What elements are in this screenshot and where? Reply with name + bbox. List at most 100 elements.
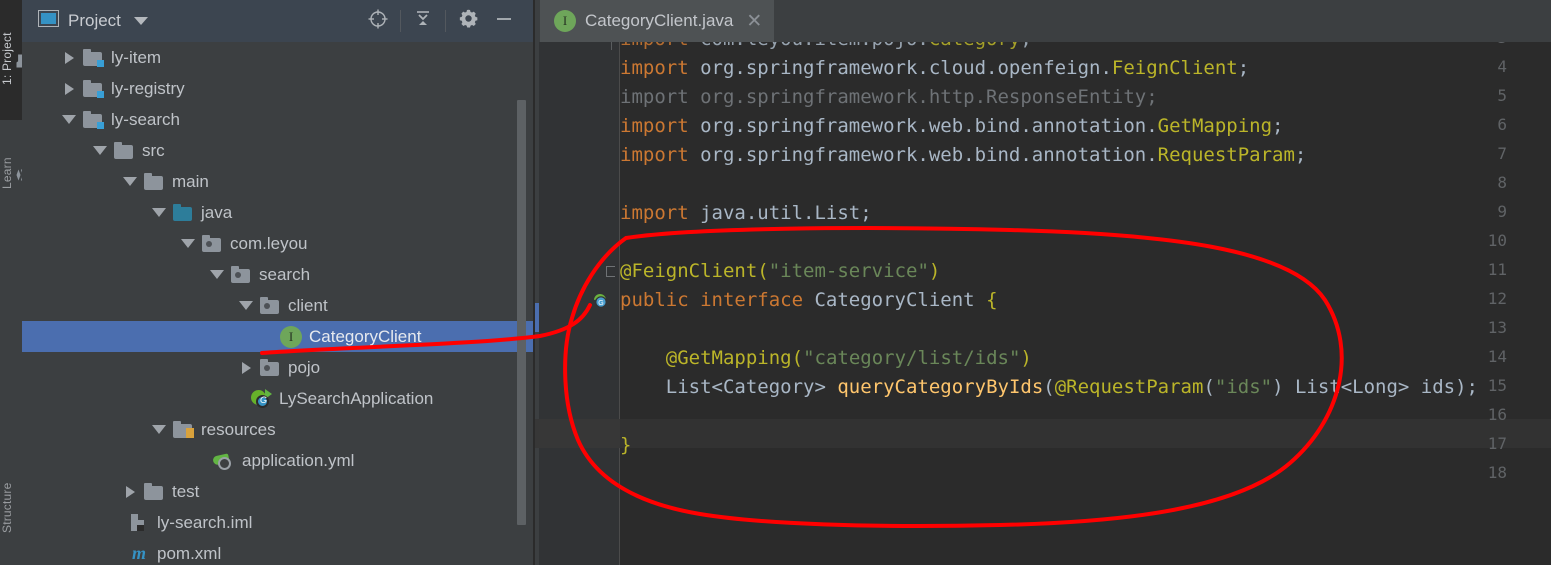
svg-text:G: G: [598, 300, 603, 307]
target-icon: [367, 8, 389, 35]
tree-node-ly-registry[interactable]: ly-registry: [22, 73, 534, 104]
spring-bean-icon[interactable]: G: [590, 290, 610, 315]
line-number: 3: [1467, 42, 1507, 47]
tree-node-pojo[interactable]: pojo: [22, 352, 534, 383]
tree-node-application-yml[interactable]: application.yml: [22, 445, 534, 476]
tree-node-main[interactable]: main: [22, 166, 534, 197]
collapse-arrow-down-icon[interactable]: [146, 425, 172, 434]
code-line-7: import org.springframework.web.bind.anno…: [620, 144, 1307, 166]
spring-yaml-icon: [212, 451, 235, 471]
changed-line-marker[interactable]: [535, 303, 539, 332]
settings-button[interactable]: [450, 4, 486, 38]
tree-node-client[interactable]: client: [22, 290, 534, 321]
fold-marker-imports[interactable]: [606, 266, 615, 277]
code-line-3: import com.leyou.item.pojo.Category;: [620, 42, 1032, 50]
tree-node-pom-xml[interactable]: m pom.xml: [22, 538, 534, 565]
line-number: 7: [1497, 144, 1507, 163]
expand-arrow-right-icon[interactable]: [56, 51, 82, 64]
tree-node-label: client: [288, 296, 328, 315]
tree-node-ly-search[interactable]: ly-search: [22, 104, 534, 135]
locate-in-tree-button[interactable]: [360, 4, 396, 38]
line-number: 18: [1487, 463, 1507, 482]
collapse-arrow-down-icon[interactable]: [204, 270, 230, 279]
tree-node-label: main: [172, 172, 209, 191]
tree-node-src[interactable]: src: [22, 135, 534, 166]
line-number: 4: [1497, 57, 1507, 76]
toolbar-separator: [400, 10, 401, 32]
code-line-11: @FeignClient("item-service"): [620, 260, 941, 282]
line-number: 13: [1487, 318, 1507, 337]
tree-node-label: ly-search: [111, 110, 180, 129]
project-panel-header: Project: [22, 0, 534, 42]
tree-node-com-leyou[interactable]: com.leyou: [22, 228, 534, 259]
editor-tab-label: CategoryClient.java: [585, 11, 734, 30]
folder-icon: [143, 482, 165, 501]
collapse-arrow-down-icon[interactable]: [117, 177, 143, 186]
minimize-icon: [494, 9, 514, 34]
close-icon[interactable]: ✕: [746, 12, 762, 31]
interface-icon: I: [554, 10, 576, 32]
code-line-5: import org.springframework.http.Response…: [620, 86, 1158, 108]
collapse-arrow-down-icon[interactable]: [146, 208, 172, 217]
code-line-6: import org.springframework.web.bind.anno…: [620, 115, 1284, 137]
tree-node-label: src: [142, 141, 165, 160]
line-number: 14: [1487, 347, 1507, 366]
collapse-all-button[interactable]: [405, 4, 441, 38]
tree-node-ly-search-iml[interactable]: ly-search.iml: [22, 507, 534, 538]
expand-arrow-right-icon[interactable]: [233, 361, 259, 374]
tree-node-lysearchapplication[interactable]: LySearchApplication: [22, 383, 534, 414]
folder-icon: [113, 141, 135, 160]
tree-node-search[interactable]: search: [22, 259, 534, 290]
tree-node-label: application.yml: [242, 451, 355, 470]
code-line-14: @GetMapping("category/list/ids"): [665, 347, 1032, 369]
collapse-arrow-down-icon[interactable]: [175, 239, 201, 248]
resources-folder-icon: [172, 420, 194, 439]
tool-tab-structure[interactable]: Structure: [0, 452, 22, 565]
collapse-arrow-down-icon[interactable]: [56, 115, 82, 124]
tree-node-label: LySearchApplication: [279, 389, 434, 408]
tool-window-strip: 1: Project Learn Structure: [0, 0, 27, 565]
editor-tab-categoryclient-java[interactable]: I CategoryClient.java ✕: [540, 0, 775, 42]
tree-node-categoryclient[interactable]: I CategoryClient: [22, 321, 534, 352]
hide-panel-button[interactable]: [486, 4, 522, 38]
tree-node-label: com.leyou: [230, 234, 308, 253]
project-tree[interactable]: ly-item ly-registry ly-search src main j…: [22, 42, 534, 565]
tree-node-label: ly-registry: [111, 79, 185, 98]
line-number: 8: [1497, 173, 1507, 192]
tree-node-label: CategoryClient: [309, 327, 422, 346]
project-tool-window: Project ly-item ly-registry ly-search sr…: [22, 0, 534, 565]
current-line-highlight: [620, 419, 1551, 448]
code-line-9: import java.util.List;: [620, 202, 872, 224]
code-editor[interactable]: 3 4 5 6 7 8 9 10 11 12 13 14 15 16 17 18…: [535, 42, 1551, 565]
source-folder-icon: [172, 203, 194, 222]
editor-area: I CategoryClient.java ✕ 3 4 5 6 7 8 9 10…: [535, 0, 1551, 565]
code-line-12: public interface CategoryClient {: [620, 289, 998, 311]
tree-node-ly-item[interactable]: ly-item: [22, 42, 534, 73]
chevron-down-icon[interactable]: [133, 17, 148, 25]
package-icon: [201, 234, 223, 253]
module-folder-icon: [82, 79, 104, 98]
collapse-arrow-down-icon[interactable]: [87, 146, 113, 155]
line-number: 6: [1497, 115, 1507, 134]
editor-tab-bar: I CategoryClient.java ✕: [535, 0, 1551, 42]
collapse-arrow-down-icon[interactable]: [233, 301, 259, 310]
module-folder-icon: [82, 110, 104, 129]
line-number: 5: [1497, 86, 1507, 105]
expand-arrow-right-icon[interactable]: [56, 82, 82, 95]
toolbar-separator: [445, 10, 446, 32]
expand-arrow-right-icon[interactable]: [117, 485, 143, 498]
fold-region-line: [611, 42, 612, 50]
tool-tab-learn[interactable]: Learn: [0, 128, 25, 220]
tool-tab-project[interactable]: 1: Project: [0, 0, 27, 120]
tree-node-java[interactable]: java: [22, 197, 534, 228]
project-tree-scrollbar[interactable]: [517, 100, 526, 565]
code-line-15: List<Category> queryCategoryByIds(@Reque…: [665, 376, 1478, 398]
line-number: 12: [1487, 289, 1507, 308]
project-tree-scrollbar-thumb[interactable]: [517, 100, 526, 525]
tree-node-label: resources: [201, 420, 276, 439]
tree-node-resources[interactable]: resources: [22, 414, 534, 445]
package-icon: [259, 358, 281, 377]
tree-node-test[interactable]: test: [22, 476, 534, 507]
tree-node-label: java: [201, 203, 233, 222]
tree-node-label: test: [172, 482, 200, 501]
